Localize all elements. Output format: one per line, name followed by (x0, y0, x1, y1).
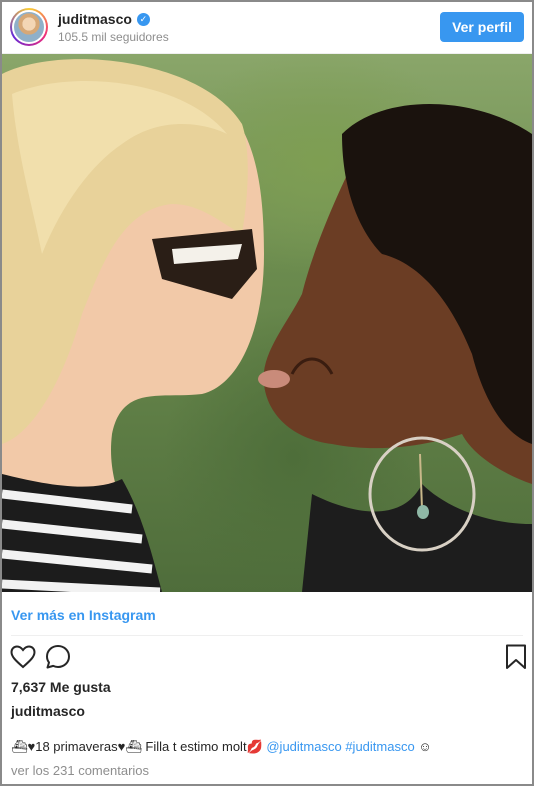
verified-badge-icon: ✓ (136, 12, 150, 26)
view-more-on-instagram-link[interactable]: Ver más en Instagram (11, 607, 156, 623)
divider (11, 635, 523, 636)
avatar[interactable] (10, 8, 48, 46)
heart-icon[interactable] (10, 645, 36, 669)
instagram-embed-card: juditmasco ✓ 105.5 mil seguidores Ver pe… (0, 0, 534, 786)
caption-mention-link[interactable]: @juditmasco (266, 739, 341, 754)
username-link[interactable]: juditmasco (58, 11, 132, 27)
comment-icon[interactable] (45, 644, 71, 670)
caption: ⛴♥18 primaveras♥⛴ Filla t estimo molt💋 @… (11, 739, 432, 755)
caption-text: ⛴♥18 primaveras♥⛴ Filla t estimo molt💋 (11, 739, 267, 754)
post-header: juditmasco ✓ 105.5 mil seguidores Ver pe… (2, 2, 532, 54)
view-profile-button[interactable]: Ver perfil (440, 12, 524, 42)
view-comments-link[interactable]: ver los 231 comentarios (11, 763, 149, 778)
bookmark-icon[interactable] (505, 644, 527, 670)
caption-hashtag-link[interactable]: #juditmasco (345, 739, 414, 754)
username-row: juditmasco ✓ (58, 11, 150, 27)
post-owner-username[interactable]: juditmasco (11, 703, 85, 719)
caption-end-text: ☺ (414, 739, 432, 754)
like-count[interactable]: 7,637 Me gusta (11, 679, 111, 695)
post-photo[interactable] (2, 54, 532, 592)
follower-count: 105.5 mil seguidores (58, 30, 169, 44)
photo-illustration (2, 59, 532, 592)
